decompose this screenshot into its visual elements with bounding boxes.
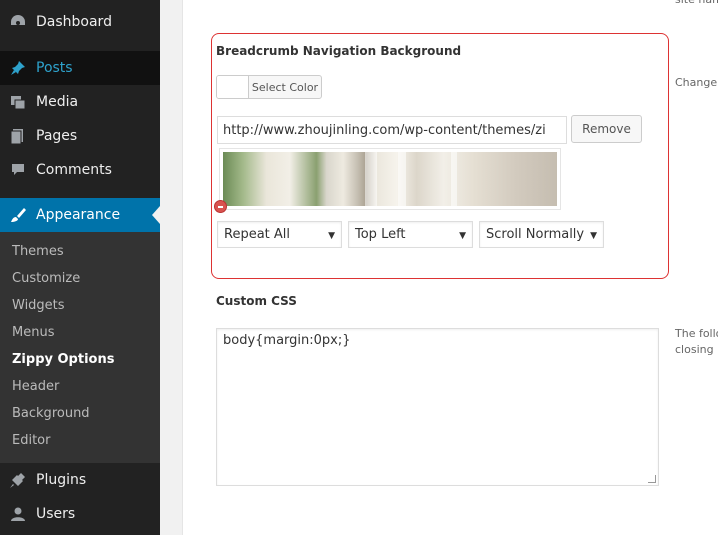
remove-image-icon[interactable]: [214, 200, 227, 213]
dashboard-icon: [8, 12, 28, 32]
chevron-down-icon: ▼: [459, 231, 466, 241]
menu-item-label: Posts: [36, 60, 73, 76]
menu-item-label: Users: [36, 506, 76, 522]
repeat-select-value: Repeat All: [224, 227, 291, 242]
menu-item-label: Plugins: [36, 472, 87, 488]
pushpin-icon: [8, 58, 28, 78]
submenu-item-menus[interactable]: Menus: [12, 325, 54, 340]
remove-button[interactable]: Remove: [571, 115, 642, 143]
custom-css-value: body{margin:0px;}: [223, 333, 351, 348]
submenu-item-header[interactable]: Header: [12, 379, 59, 394]
admin-sidebar: Dashboard Posts Media Pages Comments App…: [0, 0, 160, 535]
menu-item-label: Pages: [36, 128, 78, 144]
resize-handle[interactable]: [648, 475, 656, 483]
menu-item-users[interactable]: Users: [0, 497, 160, 531]
position-select[interactable]: Top Left ▼: [348, 221, 473, 248]
submenu-item-editor[interactable]: Editor: [12, 433, 50, 448]
menu-item-plugins[interactable]: Plugins: [0, 463, 160, 497]
field-description: The followin: [675, 327, 718, 340]
image-preview: [219, 148, 561, 210]
submenu-item-themes[interactable]: Themes: [12, 244, 64, 259]
select-color-button[interactable]: Select Color: [216, 75, 322, 99]
field-description: site name ir: [675, 0, 718, 8]
brush-icon: [8, 205, 28, 225]
attachment-select[interactable]: Scroll Normally ▼: [479, 221, 604, 248]
breadcrumb-bg-title: Breadcrumb Navigation Background: [216, 44, 462, 58]
color-swatch: [217, 76, 249, 98]
main-content: site name ir Breadcrumb Navigation Backg…: [160, 0, 718, 535]
comment-icon: [8, 160, 28, 180]
menu-item-label: Appearance: [36, 207, 121, 223]
plugin-icon: [8, 470, 28, 490]
appearance-submenu: Themes Customize Widgets Menus Zippy Opt…: [0, 232, 160, 463]
menu-item-comments[interactable]: Comments: [0, 153, 160, 187]
options-panel: site name ir Breadcrumb Navigation Backg…: [182, 0, 718, 535]
chevron-down-icon: ▼: [328, 231, 335, 241]
submenu-item-zippy-options[interactable]: Zippy Options: [12, 352, 114, 367]
repeat-select[interactable]: Repeat All ▼: [217, 221, 342, 248]
background-preview-image: [223, 152, 557, 206]
current-menu-arrow: [152, 206, 160, 224]
submenu-item-background[interactable]: Background: [12, 406, 90, 421]
submenu-item-customize[interactable]: Customize: [12, 271, 80, 286]
image-url-input[interactable]: http://www.zhoujinling.com/wp-content/th…: [217, 116, 567, 144]
media-icon: [8, 92, 28, 112]
custom-css-textarea[interactable]: body{margin:0px;}: [216, 328, 659, 486]
chevron-down-icon: ▼: [590, 231, 597, 241]
position-select-value: Top Left: [355, 227, 406, 242]
custom-css-title: Custom CSS: [216, 294, 297, 308]
menu-item-label: Dashboard: [36, 14, 112, 30]
select-color-label: Select Color: [251, 80, 319, 94]
menu-item-media[interactable]: Media: [0, 85, 160, 119]
menu-item-appearance[interactable]: Appearance: [0, 198, 160, 232]
field-description: closing </he: [675, 343, 718, 356]
menu-item-label: Comments: [36, 162, 112, 178]
menu-item-posts[interactable]: Posts: [0, 51, 160, 85]
pages-icon: [8, 126, 28, 146]
user-icon: [8, 504, 28, 524]
submenu-item-widgets[interactable]: Widgets: [12, 298, 65, 313]
menu-item-dashboard[interactable]: Dashboard: [0, 5, 160, 39]
field-description: Change the: [675, 76, 718, 89]
menu-item-pages[interactable]: Pages: [0, 119, 160, 153]
menu-item-label: Media: [36, 94, 79, 110]
attachment-select-value: Scroll Normally: [486, 227, 585, 242]
